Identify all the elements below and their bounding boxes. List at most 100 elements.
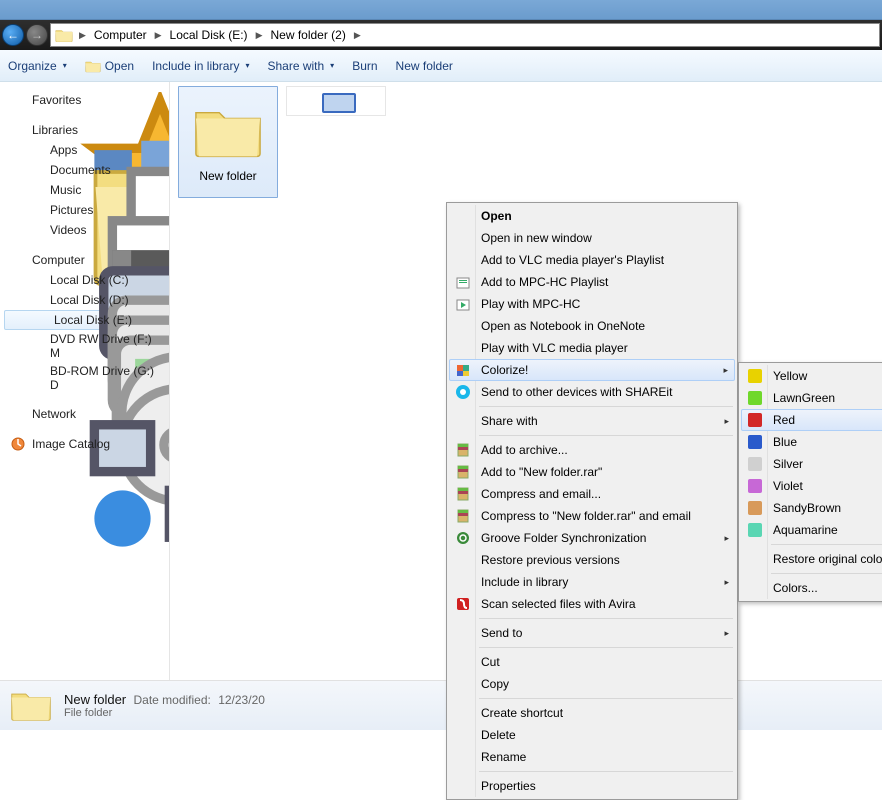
avira-icon — [453, 596, 473, 612]
sidebar-computer[interactable]: Computer — [0, 250, 169, 270]
colorize-icon — [453, 362, 473, 378]
color-silver[interactable]: Silver — [741, 453, 882, 475]
rar-icon — [453, 442, 473, 458]
ctx-groove[interactable]: Groove Folder Synchronization — [449, 527, 735, 549]
ctx-onenote[interactable]: Open as Notebook in OneNote — [449, 315, 735, 337]
new-folder-button[interactable]: New folder — [396, 59, 453, 73]
ctx-delete[interactable]: Delete — [449, 724, 735, 746]
chevron-right-icon[interactable]: ▶ — [350, 30, 365, 41]
shareit-icon — [453, 384, 473, 400]
colorize-submenu: Yellow LawnGreen Red Blue Silver Violet … — [738, 362, 882, 602]
computer-icon — [10, 252, 26, 268]
color-red[interactable]: Red — [741, 409, 882, 431]
ctx-send-to[interactable]: Send to — [449, 622, 735, 644]
folder-icon — [10, 687, 52, 725]
color-restore[interactable]: Restore original color — [741, 548, 882, 570]
ctx-compress-rar-email[interactable]: Compress to "New folder.rar" and email — [449, 505, 735, 527]
mpc-icon — [453, 274, 473, 290]
breadcrumb-computer[interactable]: Computer — [92, 28, 149, 42]
swatch-icon — [748, 501, 762, 515]
ctx-properties[interactable]: Properties — [449, 775, 735, 797]
color-sandybrown[interactable]: SandyBrown — [741, 497, 882, 519]
status-modified-value: 12/23/20 — [218, 693, 265, 707]
ctx-add-rar[interactable]: Add to "New folder.rar" — [449, 461, 735, 483]
groove-icon — [453, 530, 473, 546]
chevron-right-icon[interactable]: ▶ — [75, 30, 90, 41]
ctx-avira-scan[interactable]: Scan selected files with Avira — [449, 593, 735, 615]
nav-back-button[interactable] — [2, 24, 24, 46]
color-violet[interactable]: Violet — [741, 475, 882, 497]
open-button[interactable]: Open — [85, 59, 134, 73]
swatch-icon — [748, 413, 762, 427]
swatch-icon — [748, 369, 762, 383]
breadcrumb[interactable]: ▶ Computer ▶ Local Disk (E:) ▶ New folde… — [50, 23, 880, 47]
include-library-button[interactable]: Include in library — [152, 59, 249, 73]
folder-item-partial[interactable] — [286, 86, 386, 116]
ctx-vlc-play[interactable]: Play with VLC media player — [449, 337, 735, 359]
breadcrumb-drive-e[interactable]: Local Disk (E:) — [168, 28, 250, 42]
star-icon — [10, 92, 26, 108]
ctx-colorize[interactable]: Colorize! — [449, 359, 735, 381]
ctx-open[interactable]: Open — [449, 205, 735, 227]
sidebar-favorites[interactable]: Favorites — [0, 90, 169, 110]
ctx-mpc-playlist[interactable]: Add to MPC-HC Playlist — [449, 271, 735, 293]
ctx-create-shortcut[interactable]: Create shortcut — [449, 702, 735, 724]
status-name: New folder — [64, 692, 126, 707]
command-toolbar: Organize Open Include in library Share w… — [0, 50, 882, 82]
sidebar-network[interactable]: Network — [0, 404, 169, 424]
disk-icon — [32, 312, 48, 328]
color-more[interactable]: Colors... — [741, 577, 882, 599]
navigation-sidebar: Favorites Libraries Apps Documents Music… — [0, 82, 170, 680]
nav-forward-button[interactable] — [26, 24, 48, 46]
burn-button[interactable]: Burn — [352, 59, 377, 73]
folder-icon — [28, 142, 44, 158]
ctx-shareit[interactable]: Send to other devices with SHAREit — [449, 381, 735, 403]
ctx-copy[interactable]: Copy — [449, 673, 735, 695]
disk-icon — [28, 292, 44, 308]
rar-icon — [453, 508, 473, 524]
rar-icon — [453, 464, 473, 480]
organize-button[interactable]: Organize — [8, 59, 67, 73]
color-aquamarine[interactable]: Aquamarine — [741, 519, 882, 541]
music-icon — [28, 182, 44, 198]
status-modified-label: Date modified: — [133, 693, 210, 707]
sidebar-libraries[interactable]: Libraries — [0, 120, 169, 140]
mpc-icon — [453, 296, 473, 312]
color-yellow[interactable]: Yellow — [741, 365, 882, 387]
swatch-icon — [748, 435, 762, 449]
status-bar: New folder Date modified: 12/23/20 File … — [0, 680, 882, 730]
ctx-cut[interactable]: Cut — [449, 651, 735, 673]
ctx-include-library[interactable]: Include in library — [449, 571, 735, 593]
share-with-button[interactable]: Share with — [267, 59, 334, 73]
swatch-icon — [748, 391, 762, 405]
color-lawngreen[interactable]: LawnGreen — [741, 387, 882, 409]
address-bar: ▶ Computer ▶ Local Disk (E:) ▶ New folde… — [0, 20, 882, 50]
document-icon — [28, 162, 44, 178]
color-blue[interactable]: Blue — [741, 431, 882, 453]
chevron-right-icon[interactable]: ▶ — [151, 30, 166, 41]
ctx-open-new-window[interactable]: Open in new window — [449, 227, 735, 249]
swatch-icon — [748, 523, 762, 537]
folder-icon — [55, 27, 73, 43]
swatch-icon — [748, 479, 762, 493]
ctx-restore-previous[interactable]: Restore previous versions — [449, 549, 735, 571]
content-pane[interactable]: New folder Open Open in new window Add t… — [170, 82, 882, 680]
catalog-icon — [10, 436, 26, 452]
breadcrumb-folder[interactable]: New folder (2) — [268, 28, 347, 42]
libraries-icon — [10, 122, 26, 138]
ctx-mpc-play[interactable]: Play with MPC-HC — [449, 293, 735, 315]
open-folder-icon — [85, 59, 101, 73]
ctx-vlc-playlist[interactable]: Add to VLC media player's Playlist — [449, 249, 735, 271]
ctx-compress-email[interactable]: Compress and email... — [449, 483, 735, 505]
item-label: New folder — [199, 169, 256, 183]
rar-icon — [453, 486, 473, 502]
network-icon — [10, 406, 26, 422]
ctx-add-archive[interactable]: Add to archive... — [449, 439, 735, 461]
video-icon — [28, 222, 44, 238]
folder-item-selected[interactable]: New folder — [178, 86, 278, 198]
disc-icon — [28, 370, 44, 386]
ctx-rename[interactable]: Rename — [449, 746, 735, 768]
picture-icon — [28, 202, 44, 218]
ctx-share-with[interactable]: Share with — [449, 410, 735, 432]
chevron-right-icon[interactable]: ▶ — [252, 30, 267, 41]
